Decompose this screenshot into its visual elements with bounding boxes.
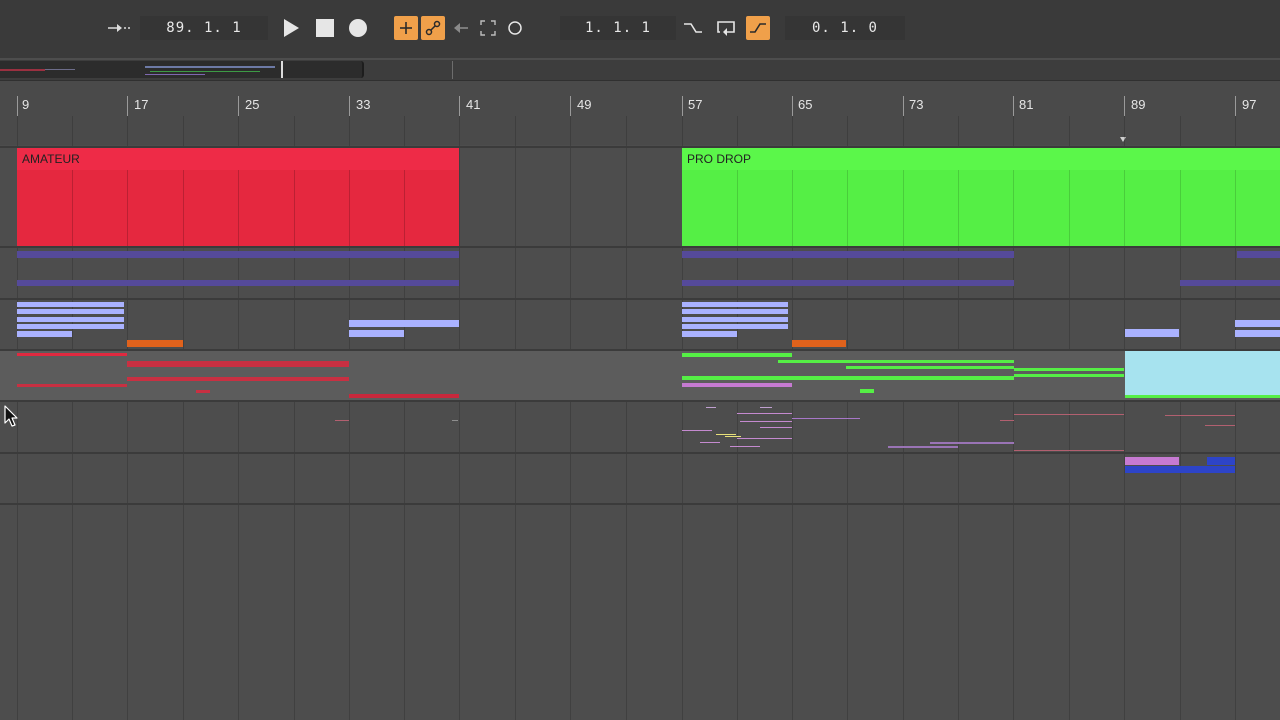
back-to-arrangement-icon[interactable] <box>449 16 473 40</box>
bar-number: 9 <box>22 97 30 112</box>
midi-notes[interactable] <box>682 302 788 338</box>
transport-bar: 89. 1. 1 1. 1. 1 0. 1. 0 <box>0 0 1280 58</box>
automation-arm-icon[interactable] <box>421 16 445 40</box>
punch-out-icon[interactable] <box>746 16 770 40</box>
bar-tick <box>1235 96 1236 116</box>
midi-note[interactable] <box>792 340 846 347</box>
arrangement-position[interactable]: 89. 1. 1 <box>140 16 268 40</box>
bar-tick <box>349 96 350 116</box>
midi-clip-strip[interactable] <box>682 280 1014 286</box>
loop-start-position[interactable]: 1. 1. 1 <box>560 16 676 40</box>
arrangement-overview[interactable] <box>0 60 1280 81</box>
play-icon[interactable] <box>279 16 303 40</box>
overdub-plus-icon[interactable] <box>394 16 418 40</box>
midi-clip-strip[interactable] <box>682 251 1014 258</box>
midi-notes[interactable] <box>1235 320 1280 338</box>
midi-clip-strip[interactable] <box>1237 251 1280 258</box>
capture-icon[interactable] <box>476 16 500 40</box>
stop-icon[interactable] <box>313 16 337 40</box>
bar-number: 41 <box>466 97 481 112</box>
clip-body[interactable] <box>17 170 459 246</box>
midi-clip-strip[interactable] <box>17 251 459 258</box>
midi-note[interactable] <box>1125 457 1179 465</box>
loop-length[interactable]: 0. 1. 0 <box>785 16 905 40</box>
session-record-circle-icon[interactable] <box>503 16 527 40</box>
midi-clip-strip[interactable] <box>17 280 459 286</box>
follow-icon[interactable] <box>105 16 133 40</box>
bar-tick <box>570 96 571 116</box>
midi-clip-strip[interactable] <box>1180 280 1280 286</box>
bar-tick <box>1124 96 1125 116</box>
bar-tick <box>17 96 18 116</box>
bar-number: 57 <box>688 97 703 112</box>
mouse-cursor-icon <box>4 405 18 427</box>
clip-amateur[interactable]: AMATEUR <box>17 148 459 246</box>
bar-tick <box>238 96 239 116</box>
bar-number: 65 <box>798 97 813 112</box>
midi-notes[interactable] <box>349 320 459 338</box>
midi-note[interactable] <box>1125 466 1235 473</box>
playhead-marker-icon[interactable] <box>1120 137 1126 142</box>
loop-icon[interactable] <box>714 16 738 40</box>
punch-in-icon[interactable] <box>681 16 705 40</box>
midi-note[interactable] <box>1207 457 1235 465</box>
overview-visible-region[interactable] <box>0 61 364 78</box>
bar-tick <box>903 96 904 116</box>
bar-tick <box>459 96 460 116</box>
bar-tick <box>1013 96 1014 116</box>
bar-number: 33 <box>356 97 371 112</box>
clip-title: PRO DROP <box>687 152 752 166</box>
bar-tick <box>127 96 128 116</box>
bar-number: 81 <box>1019 97 1034 112</box>
bar-number: 73 <box>909 97 924 112</box>
midi-note[interactable] <box>127 340 183 347</box>
clip-pro-drop[interactable]: PRO DROP <box>682 148 1280 246</box>
bar-number: 89 <box>1131 97 1146 112</box>
midi-notes[interactable] <box>17 302 124 338</box>
bar-ruler[interactable] <box>0 81 1280 145</box>
clip-body[interactable] <box>682 170 1280 246</box>
bar-tick <box>792 96 793 116</box>
bar-number: 25 <box>245 97 260 112</box>
selected-clip[interactable] <box>1125 351 1280 398</box>
bar-tick <box>682 96 683 116</box>
midi-note[interactable] <box>1125 329 1179 337</box>
bar-number: 17 <box>134 97 149 112</box>
bar-number: 49 <box>577 97 592 112</box>
record-icon[interactable] <box>346 16 370 40</box>
bar-number: 97 <box>1242 97 1257 112</box>
clip-title: AMATEUR <box>22 152 80 166</box>
